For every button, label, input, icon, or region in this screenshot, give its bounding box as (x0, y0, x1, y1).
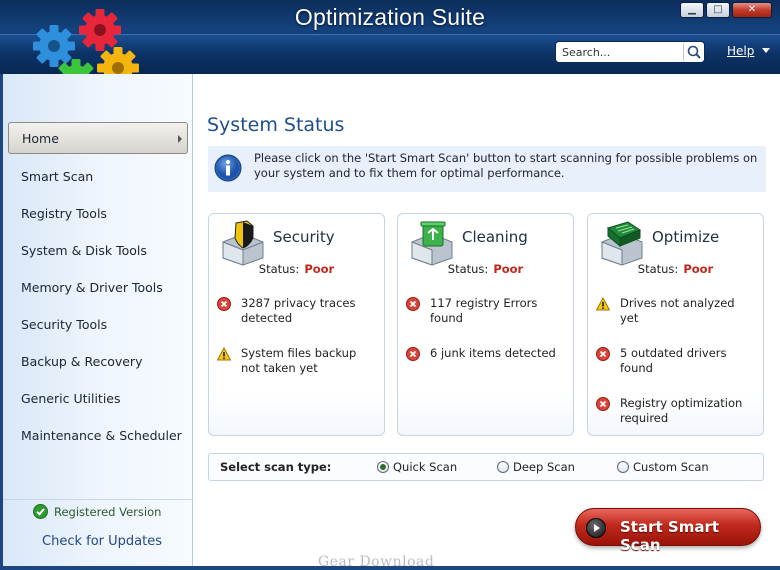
status-value: Poor (304, 262, 335, 276)
warning-icon (596, 297, 610, 311)
optimize-card: Optimize Status: Poor Drives not analyzed… (587, 213, 764, 436)
security-shield-box-icon (222, 220, 264, 266)
start-smart-scan-button[interactable]: Start Smart Scan (575, 508, 761, 554)
start-button-label: Start Smart Scan (620, 518, 720, 554)
scan-type-selector: Select scan type: Quick Scan Deep Scan C… (208, 453, 764, 481)
chevron-down-icon[interactable] (762, 48, 770, 53)
sidebar-item-registry-tools[interactable]: Registry Tools (3, 195, 193, 232)
scan-type-label: Select scan type: (220, 460, 332, 474)
sidebar: Home Smart Scan Registry Tools System & … (3, 74, 193, 566)
page-title: System Status (207, 114, 345, 136)
issue-item: 3287 privacy traces detected (217, 296, 377, 326)
issue-text: System files backup not taken yet (241, 346, 357, 375)
sidebar-nav: Home Smart Scan Registry Tools System & … (3, 120, 193, 454)
card-status: Status: Poor (209, 262, 384, 276)
minimize-button[interactable]: ▁ (680, 2, 704, 18)
registered-label: Registered Version (54, 504, 162, 519)
cleaning-card: Cleaning Status: Poor 117 registry Errors… (397, 213, 574, 436)
issue-text: 3287 privacy traces detected (241, 296, 356, 325)
error-icon (217, 297, 231, 311)
help-menu[interactable]: Help (727, 44, 754, 58)
circuit-board-box-icon (601, 221, 643, 266)
status-label: Status: (447, 262, 489, 276)
issue-text: Registry optimization required (620, 396, 743, 425)
radio-custom-scan[interactable]: Custom Scan (617, 460, 709, 474)
sidebar-item-home[interactable]: Home (8, 122, 188, 154)
radio-label[interactable]: Custom Scan (633, 460, 709, 474)
issue-item: Drives not analyzed yet (596, 296, 756, 326)
radio-label[interactable]: Deep Scan (513, 460, 575, 474)
sidebar-item-generic-utilities[interactable]: Generic Utilities (3, 380, 193, 417)
search-icon[interactable] (683, 43, 703, 61)
warning-icon (217, 347, 231, 361)
issue-text: 117 registry Errors found (430, 296, 538, 325)
play-icon (586, 518, 606, 538)
chevron-right-icon (178, 135, 182, 143)
maximize-button[interactable]: □ (706, 2, 730, 18)
info-text: Please click on the 'Start Smart Scan' b… (254, 151, 758, 180)
recycle-bin-box-icon (411, 221, 453, 266)
issue-text: Drives not analyzed yet (620, 296, 735, 325)
error-icon (406, 347, 420, 361)
registered-status: Registered Version (33, 504, 161, 519)
info-banner: Please click on the 'Start Smart Scan' b… (208, 146, 766, 192)
sidebar-item-memory-driver-tools[interactable]: Memory & Driver Tools (3, 269, 193, 306)
sidebar-item-smart-scan[interactable]: Smart Scan (3, 158, 193, 195)
sidebar-item-maintenance-scheduler[interactable]: Maintenance & Scheduler (3, 417, 193, 454)
radio-unselected-icon[interactable] (617, 461, 629, 473)
radio-deep-scan[interactable]: Deep Scan (497, 460, 575, 474)
status-label: Status: (637, 262, 679, 276)
card-title: Cleaning (462, 228, 528, 246)
status-value: Poor (683, 262, 714, 276)
issue-item: Registry optimization required (596, 396, 756, 426)
check-updates-link[interactable]: Check for Updates (42, 534, 162, 549)
sidebar-item-security-tools[interactable]: Security Tools (3, 306, 193, 343)
radio-quick-scan[interactable]: Quick Scan (377, 460, 457, 474)
main-panel: System Status Please click on the 'Start… (194, 74, 780, 570)
card-title: Optimize (652, 228, 720, 246)
check-circle-icon (33, 504, 48, 519)
sidebar-divider (3, 499, 193, 500)
watermark: Gear Download (318, 554, 435, 570)
security-card: Security Status: Poor 3287 privacy traces… (208, 213, 385, 436)
issue-text: 6 junk items detected (430, 346, 556, 360)
radio-label[interactable]: Quick Scan (393, 460, 457, 474)
search-input[interactable] (562, 43, 686, 61)
error-icon (596, 397, 610, 411)
info-icon (214, 154, 242, 182)
status-value: Poor (493, 262, 524, 276)
status-label: Status: (258, 262, 300, 276)
issue-item: 6 junk items detected (406, 346, 566, 361)
issue-item: System files backup not taken yet (217, 346, 377, 376)
card-status: Status: Poor (398, 262, 573, 276)
radio-selected-icon[interactable] (377, 461, 389, 473)
issue-text: 5 outdated drivers found (620, 346, 727, 375)
card-title: Security (273, 228, 335, 246)
sidebar-item-label: Home (22, 131, 59, 146)
error-icon (406, 297, 420, 311)
sidebar-item-system-disk-tools[interactable]: System & Disk Tools (3, 232, 193, 269)
issue-item: 5 outdated drivers found (596, 346, 756, 376)
sidebar-item-backup-recovery[interactable]: Backup & Recovery (3, 343, 193, 380)
card-status: Status: Poor (588, 262, 763, 276)
issue-item: 117 registry Errors found (406, 296, 566, 326)
error-icon (596, 347, 610, 361)
close-button[interactable]: ✕ (732, 2, 772, 18)
window-controls: ▁ □ ✕ (680, 2, 772, 18)
search-box (555, 41, 705, 63)
radio-unselected-icon[interactable] (497, 461, 509, 473)
